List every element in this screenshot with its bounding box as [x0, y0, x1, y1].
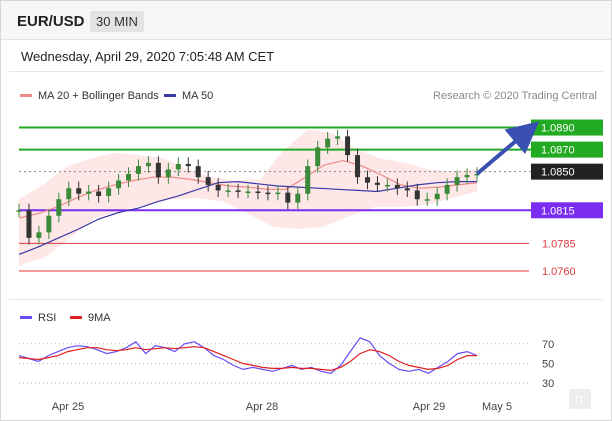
legend-label-ma50: MA 50 — [182, 90, 213, 102]
level-label: 1.0815 — [541, 205, 575, 217]
candle-body — [265, 192, 271, 195]
x-tick-label: Apr 25 — [52, 401, 84, 413]
candle-body — [305, 166, 311, 194]
candle-body — [145, 162, 151, 167]
legend-swatch-rsi — [20, 316, 32, 319]
candle-body — [96, 191, 102, 196]
level-label: 1.0785 — [542, 238, 576, 250]
candle-body — [394, 184, 400, 189]
rsi-tick-label: 70 — [542, 339, 554, 351]
watermark-logo: TC — [569, 389, 591, 409]
candle-body — [126, 173, 132, 181]
level-label: 1.0850 — [541, 167, 575, 179]
candle-body — [195, 166, 201, 178]
legend-label-rsi: RSI — [38, 312, 56, 324]
chart-widget: EUR/USD 30 MIN Wednesday, April 29, 2020… — [0, 0, 612, 421]
rsi-line — [18, 337, 478, 374]
candle-body — [235, 190, 241, 192]
rsi-tick-label: 30 — [542, 378, 554, 390]
candle-body — [165, 169, 171, 178]
candle-body — [444, 184, 450, 194]
main-legend: MA 20 + Bollinger Bands MA 50 — [20, 90, 213, 102]
candle-body — [335, 136, 341, 139]
candle-body — [404, 188, 410, 191]
legend-swatch-9ma — [70, 316, 82, 319]
candle-body — [225, 190, 231, 192]
candle-body — [155, 162, 161, 178]
x-tick-label: Apr 28 — [246, 401, 278, 413]
x-axis: Apr 25 Apr 28 Apr 29 May 5 — [52, 401, 512, 413]
candle-body — [76, 188, 82, 194]
level-label: 1.0890 — [541, 123, 575, 135]
candle-body — [16, 210, 22, 212]
candle-body — [434, 193, 440, 200]
x-tick-label: May 5 — [482, 401, 512, 413]
candle-body — [66, 188, 72, 200]
candle-body — [384, 184, 390, 187]
credit-text: Research © 2020 Trading Central — [433, 90, 597, 102]
candle-body — [315, 147, 321, 167]
candle-body — [215, 184, 221, 191]
rsi-plot: 30 50 70 — [18, 337, 554, 390]
candle-body — [175, 163, 181, 170]
legend-label-bollinger: MA 20 + Bollinger Bands — [38, 90, 159, 102]
candle-body — [275, 192, 281, 195]
candle-body — [285, 192, 291, 203]
rsi-legend: RSI 9MA — [20, 312, 111, 324]
candle-body — [185, 163, 191, 167]
candle-body — [454, 177, 460, 185]
candle-body — [345, 136, 351, 156]
level-label: 1.0870 — [541, 145, 575, 157]
legend-label-9ma: 9MA — [88, 312, 111, 324]
svg-text:TC: TC — [573, 395, 586, 406]
candle-body — [355, 155, 361, 178]
candle-body — [36, 232, 42, 238]
candle-body — [414, 190, 420, 200]
candle-body — [255, 191, 261, 194]
rsi-tick-label: 50 — [542, 358, 554, 370]
main-plot: 1.0890 1.0870 1.0850 1.0815 1.0785 1.0760 — [16, 119, 603, 278]
candle-body — [106, 188, 112, 196]
legend-swatch-ma50 — [164, 94, 176, 97]
candle-body — [205, 177, 211, 185]
x-tick-label: Apr 29 — [413, 401, 445, 413]
candle-body — [56, 199, 62, 216]
candle-body — [374, 182, 380, 185]
candle-body — [86, 191, 92, 194]
candle-body — [325, 138, 331, 148]
candle-body — [135, 166, 141, 174]
legend-swatch-bollinger — [20, 94, 32, 97]
price-chart: MA 20 + Bollinger Bands MA 50 Research ©… — [16, 90, 603, 413]
candle-body — [295, 193, 301, 203]
candle-body — [116, 180, 122, 189]
candle-body — [26, 210, 32, 238]
candle-body — [46, 215, 52, 233]
projection-arrow — [475, 121, 540, 176]
candle-body — [364, 177, 370, 183]
candle-body — [245, 191, 251, 194]
candle-body — [424, 199, 430, 201]
rsi-9ma-line — [18, 346, 477, 372]
level-label: 1.0760 — [542, 266, 576, 278]
candle-body — [464, 174, 470, 178]
